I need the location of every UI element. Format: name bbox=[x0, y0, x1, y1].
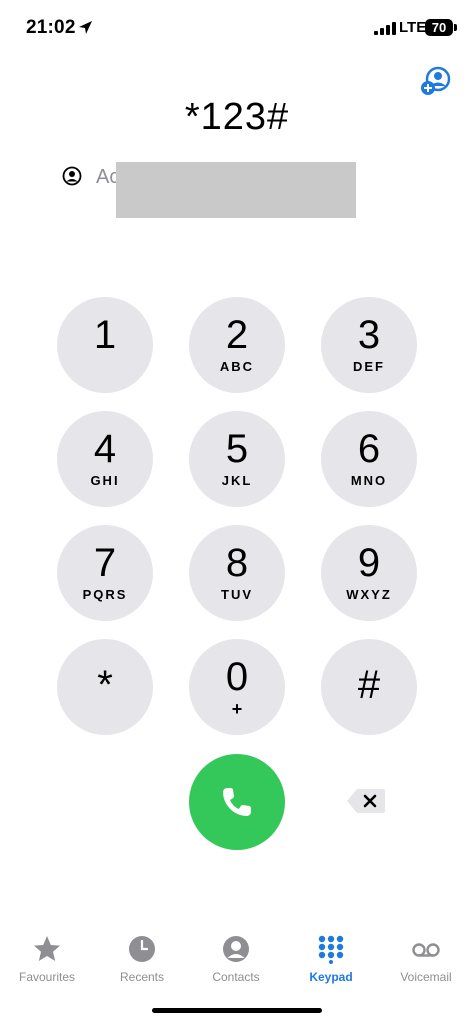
key-digit: 4 bbox=[93, 427, 117, 471]
call-button[interactable] bbox=[189, 754, 285, 850]
key-letters: GHI bbox=[90, 473, 120, 488]
key-hash[interactable]: # bbox=[321, 639, 417, 735]
location-arrow-icon bbox=[79, 21, 92, 34]
tab-contacts[interactable]: Contacts bbox=[191, 930, 281, 984]
key-digit: * bbox=[97, 663, 113, 707]
clock-icon bbox=[129, 936, 155, 962]
entered-number: *123# bbox=[184, 96, 290, 138]
key-3[interactable]: 3 DEF bbox=[321, 297, 417, 393]
backspace-icon[interactable] bbox=[345, 787, 387, 815]
redaction-overlay bbox=[116, 162, 356, 218]
key-9[interactable]: 9 WXYZ bbox=[321, 525, 417, 621]
key-4[interactable]: 4 GHI bbox=[57, 411, 153, 507]
key-7[interactable]: 7 PQRS bbox=[57, 525, 153, 621]
key-letters: ABC bbox=[219, 359, 255, 374]
cellular-signal-icon bbox=[374, 22, 396, 35]
tab-label: Recents bbox=[119, 970, 165, 984]
network-type: LTE bbox=[399, 19, 427, 36]
voicemail-icon bbox=[412, 943, 440, 957]
key-1[interactable]: 1 bbox=[57, 297, 153, 393]
keypad-grid-icon bbox=[318, 935, 344, 964]
key-digit: 9 bbox=[357, 541, 381, 585]
battery-icon: 70 bbox=[425, 19, 453, 36]
key-digit: 0 bbox=[225, 655, 249, 699]
person-circle-icon bbox=[223, 936, 249, 962]
status-bar: 21:02 LTE 70 bbox=[0, 0, 474, 56]
key-letters: PQRS bbox=[82, 587, 128, 602]
phone-icon bbox=[223, 788, 251, 816]
key-digit: 3 bbox=[357, 313, 381, 357]
key-5[interactable]: 5 JKL bbox=[189, 411, 285, 507]
tab-label: Voicemail bbox=[400, 970, 452, 984]
tab-label: Keypad bbox=[309, 970, 353, 984]
add-contact-icon[interactable] bbox=[420, 66, 452, 96]
key-digit: 7 bbox=[93, 541, 117, 585]
person-circle-icon bbox=[62, 166, 82, 186]
key-8[interactable]: 8 TUV bbox=[189, 525, 285, 621]
status-time: 21:02 bbox=[26, 17, 76, 38]
key-digit: 6 bbox=[357, 427, 381, 471]
star-icon bbox=[34, 936, 60, 961]
key-letters: DEF bbox=[353, 359, 385, 374]
tab-voicemail[interactable]: Voicemail bbox=[381, 930, 471, 984]
home-indicator bbox=[152, 1008, 322, 1013]
key-6[interactable]: 6 MNO bbox=[321, 411, 417, 507]
key-letters: MNO bbox=[350, 473, 388, 488]
key-letters: TUV bbox=[221, 587, 253, 602]
key-digit: 2 bbox=[225, 313, 249, 357]
tab-bar: Favourites Recents Contacts Keypad Voice… bbox=[0, 930, 474, 1000]
key-2[interactable]: 2 ABC bbox=[189, 297, 285, 393]
key-letters: WXYZ bbox=[346, 587, 392, 602]
key-digit: 8 bbox=[225, 541, 249, 585]
key-digit: 5 bbox=[225, 427, 249, 471]
key-letters: + bbox=[231, 699, 243, 719]
key-0[interactable]: 0 + bbox=[189, 639, 285, 735]
tab-recents[interactable]: Recents bbox=[97, 930, 187, 984]
key-letters: JKL bbox=[221, 473, 253, 488]
tab-keypad[interactable]: Keypad bbox=[286, 930, 376, 984]
key-digit: # bbox=[357, 663, 381, 707]
tab-favourites[interactable]: Favourites bbox=[2, 930, 92, 984]
key-digit: 1 bbox=[93, 313, 117, 357]
key-star[interactable]: * bbox=[57, 639, 153, 735]
tab-label: Contacts bbox=[212, 970, 260, 984]
battery-tip bbox=[454, 24, 457, 31]
tab-label: Favourites bbox=[18, 970, 76, 984]
